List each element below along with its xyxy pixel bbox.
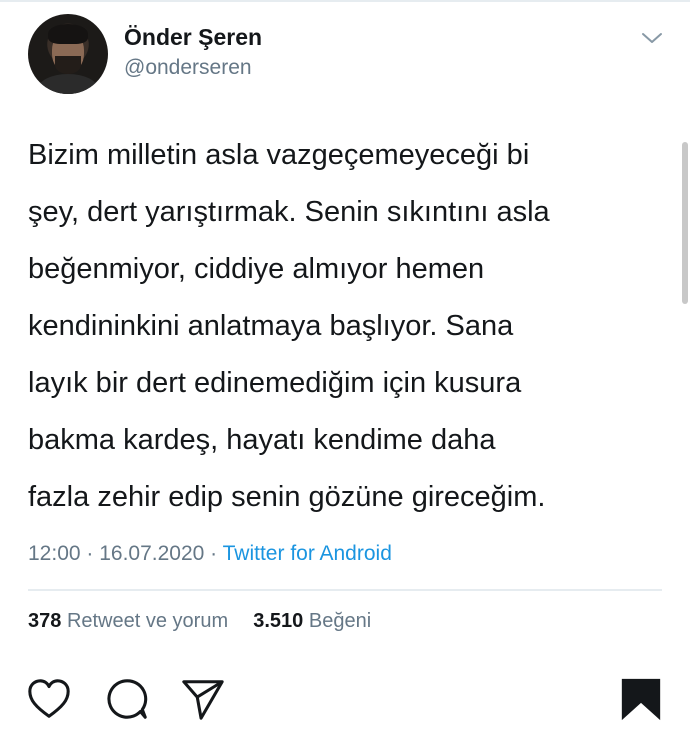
tweet-header: Önder Şeren @onderseren [28,14,668,94]
tweet-stats: 378 Retweet ve yorum 3.510 Beğeni [28,610,371,633]
user-name[interactable]: Önder Şeren [124,24,262,51]
tweet-text: Bizim milletin asla vazgeçemeyeceği bi ş… [28,139,550,513]
meta-separator: · [204,542,223,565]
retweet-label[interactable]: Retweet ve yorum [67,610,228,632]
send-icon[interactable] [180,676,226,722]
scrollbar[interactable] [682,142,688,304]
stats-divider [28,589,662,591]
tweet-meta: 12:00 · 16.07.2020 · Twitter for Android [28,542,392,566]
avatar-hair-shape [48,24,88,44]
action-bar [0,676,690,726]
tweet-source-link[interactable]: Twitter for Android [223,542,392,565]
like-count[interactable]: 3.510 [253,610,303,632]
avatar-body-shape [38,74,98,94]
like-label[interactable]: Beğeni [309,610,371,632]
avatar[interactable] [28,14,108,94]
comment-icon[interactable] [104,676,150,722]
user-handle[interactable]: @onderseren [124,56,252,80]
avatar-beard-shape [55,56,81,74]
retweet-count[interactable]: 378 [28,610,61,632]
bookmark-icon[interactable] [618,676,664,722]
meta-separator: · [80,542,100,565]
heart-icon[interactable] [26,676,72,722]
tweet-time: 12:00 [28,542,81,565]
chevron-down-icon[interactable] [640,26,664,50]
top-divider [0,0,690,2]
tweet-date: 16.07.2020 [99,542,205,565]
